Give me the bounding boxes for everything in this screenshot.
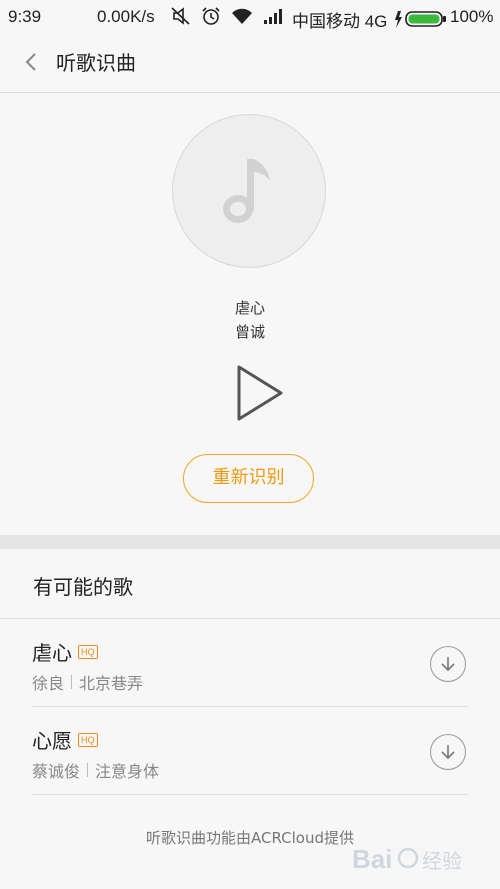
separator	[71, 675, 73, 689]
svg-text:经验: 经验	[422, 849, 462, 873]
possible-songs-heading: 有可能的歌	[33, 575, 133, 599]
download-icon	[441, 745, 455, 760]
title-bar: 听歌识曲	[0, 34, 500, 93]
download-button[interactable]	[430, 734, 466, 770]
result-album: 北京巷弄	[79, 674, 144, 693]
play-button[interactable]	[232, 363, 288, 423]
alarm-icon	[202, 7, 220, 25]
list-item[interactable]: 虐心 HQ 徐良 北京巷弄	[0, 619, 500, 707]
song-artist: 曾诚	[234, 323, 265, 341]
separator	[87, 763, 89, 777]
status-icons	[170, 6, 286, 26]
baidu-watermark-logo: Bai 经验	[352, 844, 462, 874]
status-net-speed: 0.00K/s	[97, 7, 155, 26]
section-divider	[0, 535, 500, 549]
battery-icon	[394, 9, 448, 29]
hq-badge: HQ	[78, 644, 98, 659]
status-time: 9:39	[8, 7, 42, 26]
play-icon	[237, 365, 283, 421]
status-bar: 9:39 0.00K/s 中国移动 4G 100%	[0, 0, 500, 34]
back-button[interactable]	[18, 48, 46, 76]
hq-badge: HQ	[78, 732, 98, 747]
divider	[32, 794, 468, 795]
album-art	[172, 114, 326, 268]
result-album: 注意身体	[95, 762, 160, 781]
music-note-icon	[223, 159, 270, 223]
result-artist: 蔡诚俊	[32, 762, 81, 781]
result-title: 心愿	[32, 729, 72, 753]
list-item[interactable]: 心愿 HQ 蔡诚俊 注意身体	[0, 707, 500, 795]
chevron-left-icon	[25, 53, 36, 71]
download-icon	[441, 657, 455, 672]
download-button[interactable]	[430, 646, 466, 682]
result-title: 虐心	[32, 641, 72, 665]
status-carrier: 中国移动 4G	[292, 12, 388, 31]
svg-text:Bai: Bai	[352, 844, 392, 874]
wifi-icon	[232, 8, 252, 24]
result-artist: 徐良	[32, 674, 65, 693]
retry-recognize-button[interactable]: 重新识别	[183, 454, 314, 503]
song-title: 虐心	[234, 299, 265, 317]
recognized-song-section: 虐心 曾诚 重新识别	[0, 93, 500, 535]
page-title: 听歌识曲	[56, 51, 136, 75]
mute-icon	[171, 7, 190, 25]
signal-icon	[264, 9, 282, 24]
status-battery: 100%	[450, 7, 494, 26]
